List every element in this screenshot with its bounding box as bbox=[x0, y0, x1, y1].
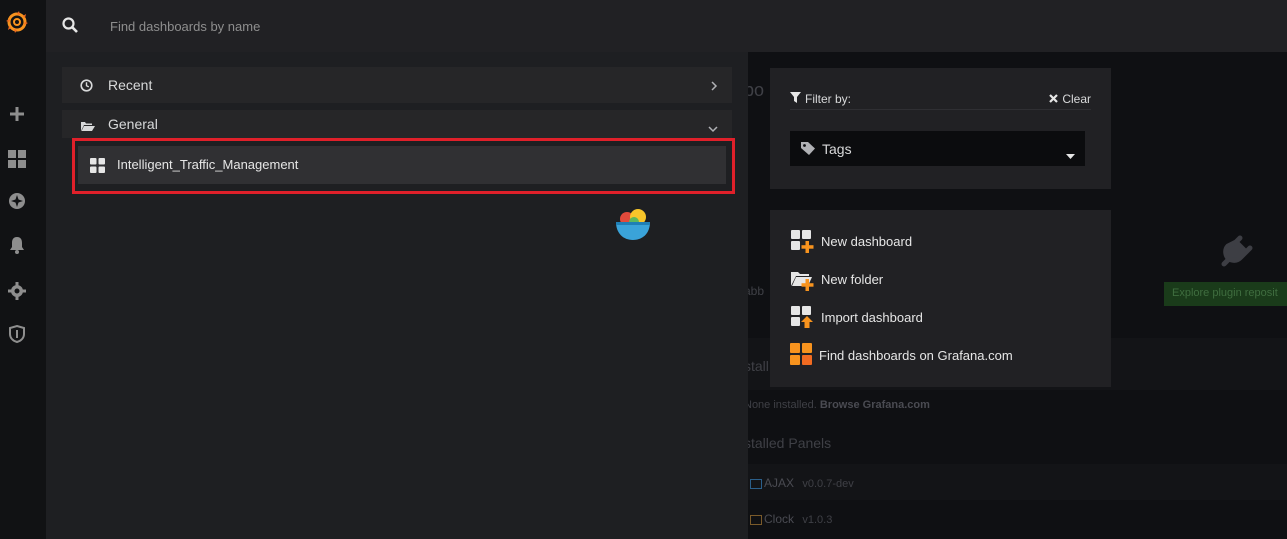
new-folder-icon bbox=[790, 267, 814, 291]
configuration-icon[interactable] bbox=[0, 277, 34, 305]
grafana-com-icon bbox=[790, 343, 814, 367]
panel-version: v0.0.7-dev bbox=[802, 478, 854, 490]
bowl-icon bbox=[614, 206, 652, 247]
find-dashboards-grafana-link[interactable]: Find dashboards on Grafana.com bbox=[790, 343, 1013, 367]
filter-card: Filter by: Clear Tags bbox=[770, 68, 1111, 189]
new-folder-link[interactable]: New folder bbox=[790, 267, 883, 291]
section-recent-label: Recent bbox=[108, 77, 153, 93]
folder-open-icon bbox=[80, 119, 95, 137]
background-none-installed: None installed. Browse Grafana.com bbox=[748, 399, 1283, 411]
alerting-icon[interactable] bbox=[0, 231, 34, 259]
server-admin-icon[interactable] bbox=[0, 320, 34, 348]
new-folder-label: New folder bbox=[821, 271, 884, 287]
clear-label: Clear bbox=[1062, 92, 1091, 106]
create-icon[interactable] bbox=[0, 100, 34, 128]
chevron-down-icon[interactable] bbox=[708, 120, 718, 138]
sidebar bbox=[0, 0, 46, 539]
search-icon bbox=[62, 17, 78, 38]
panel-version: v1.0.3 bbox=[802, 514, 833, 526]
background-panel-row: Clock v1.0.3 bbox=[750, 512, 1287, 526]
grafana-logo[interactable] bbox=[0, 8, 34, 36]
filter-by-label: Filter by: bbox=[805, 92, 852, 106]
filter-icon bbox=[790, 92, 801, 106]
find-dashboards-grafana-label: Find dashboards on Grafana.com bbox=[819, 347, 1013, 363]
new-dashboard-link[interactable]: New dashboard bbox=[790, 229, 912, 253]
search-bar bbox=[46, 0, 1287, 52]
background-installed-panels: stalled Panels bbox=[748, 435, 832, 451]
browse-grafana-link: Browse Grafana.com bbox=[819, 399, 930, 411]
dashboard-item[interactable]: Intelligent_Traffic_Management bbox=[78, 146, 726, 184]
import-dashboard-icon bbox=[790, 305, 814, 329]
panel-plugin-icon bbox=[750, 514, 762, 525]
panel-plugin-icon bbox=[750, 478, 762, 489]
import-dashboard-label: Import dashboard bbox=[821, 309, 923, 325]
tag-icon bbox=[801, 142, 816, 160]
background-panel-row: AJAX v0.0.7-dev bbox=[750, 476, 1287, 490]
tags-select[interactable]: Tags bbox=[790, 131, 1085, 166]
explore-plugin-repository-button: Explore plugin reposit bbox=[1164, 282, 1287, 306]
new-dashboard-label: New dashboard bbox=[821, 233, 913, 249]
search-input[interactable] bbox=[110, 16, 710, 36]
caret-down-icon bbox=[1066, 146, 1075, 164]
panel-name: Clock bbox=[764, 512, 795, 526]
clock-icon bbox=[80, 79, 93, 97]
close-icon bbox=[1049, 92, 1059, 106]
tags-select-label: Tags bbox=[822, 140, 852, 157]
filter-divider bbox=[790, 109, 1091, 110]
new-dashboard-icon bbox=[790, 229, 814, 253]
panel-name: AJAX bbox=[764, 476, 795, 490]
clear-button[interactable]: Clear bbox=[1049, 92, 1091, 106]
dashboard-item-label: Intelligent_Traffic_Management bbox=[117, 157, 299, 172]
explore-icon[interactable] bbox=[0, 187, 34, 215]
chevron-right-icon[interactable] bbox=[710, 79, 718, 97]
section-recent[interactable]: Recent bbox=[62, 67, 732, 103]
section-general[interactable]: General bbox=[62, 110, 732, 138]
none-installed-text: None installed. bbox=[748, 399, 817, 411]
dashboard-grid-icon bbox=[90, 158, 105, 178]
actions-card: New dashboard New folder Import dashboar… bbox=[770, 210, 1111, 387]
plugin-icon bbox=[1218, 232, 1256, 275]
search-results-panel: Recent General bbox=[46, 52, 748, 539]
filter-by: Filter by: bbox=[790, 92, 851, 106]
section-general-label: General bbox=[108, 116, 158, 132]
import-dashboard-link[interactable]: Import dashboard bbox=[790, 305, 923, 329]
dashboards-icon[interactable] bbox=[0, 145, 34, 173]
